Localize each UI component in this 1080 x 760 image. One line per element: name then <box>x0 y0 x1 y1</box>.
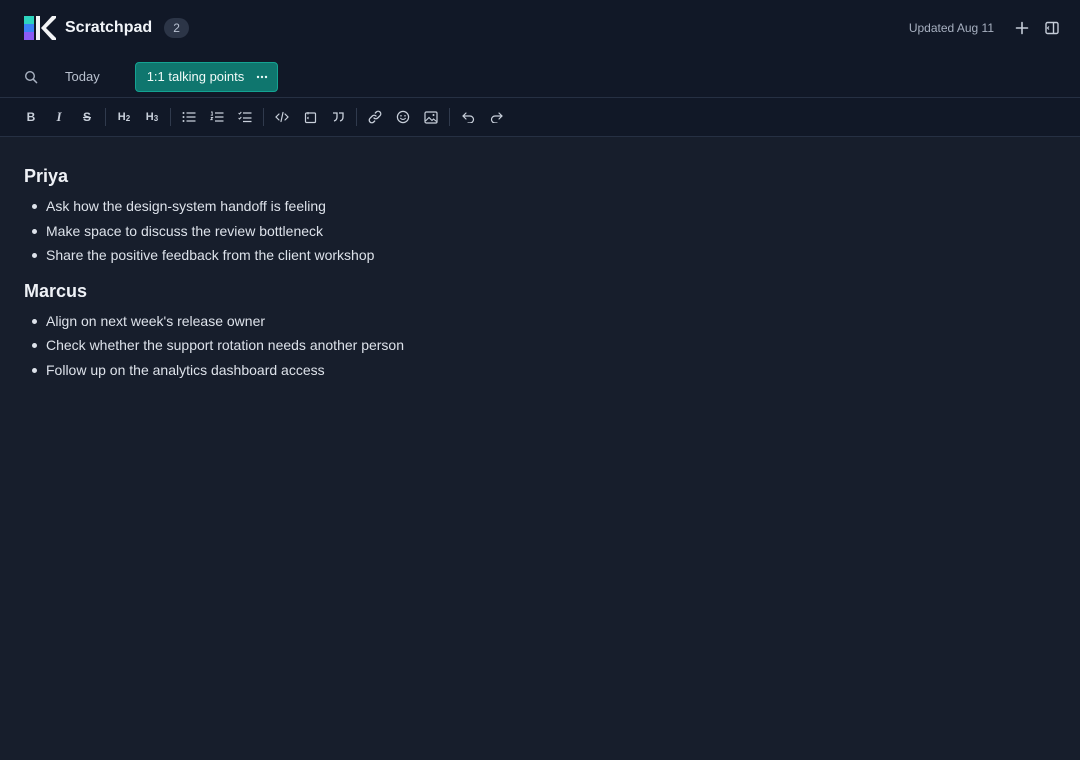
code-block-icon <box>304 111 316 123</box>
toolbar-divider <box>170 108 171 126</box>
more-horizontal-icon <box>257 75 268 78</box>
list-item: Check whether the support rotation needs… <box>24 333 1056 358</box>
heading-2-level: 2 <box>125 114 131 123</box>
quote-icon <box>333 112 344 122</box>
sidebar-panel-icon <box>1045 21 1059 35</box>
italic-button[interactable]: I <box>45 104 73 130</box>
strikethrough-button[interactable]: S <box>73 104 101 130</box>
heading-2-icon: H2 <box>118 111 130 123</box>
tab-more-options-button[interactable] <box>255 70 269 84</box>
heading-3-level: 3 <box>153 114 159 123</box>
header-actions: Updated Aug 11 <box>909 16 1064 40</box>
section-heading: Marcus <box>24 280 88 301</box>
tab-1-1-talking-points[interactable]: 1:1 talking points <box>134 61 279 92</box>
heading-3-icon: H3 <box>146 111 158 123</box>
search-icon <box>24 70 38 83</box>
formatting-toolbar: B I S H2 H3 <box>0 98 1080 137</box>
note-count-badge: 2 <box>164 18 190 38</box>
app-header: Scratchpad 2 Updated Aug 11 <box>0 0 1080 56</box>
checklist-button[interactable] <box>231 104 259 130</box>
quote-button[interactable] <box>324 104 352 130</box>
toggle-sidebar-button[interactable] <box>1040 16 1064 40</box>
list-item: Follow up on the analytics dashboard acc… <box>24 358 1056 383</box>
list-item: Make space to discuss the review bottlen… <box>24 219 1056 244</box>
code-block-button[interactable] <box>296 104 324 130</box>
plus-icon <box>1015 21 1029 35</box>
undo-icon <box>461 111 474 123</box>
bold-icon: B <box>26 110 36 124</box>
numbered-list-button[interactable] <box>203 104 231 130</box>
note-editor[interactable]: Priya Ask how the design-system handoff … <box>0 137 1080 382</box>
heading-3-button[interactable]: H3 <box>138 104 166 130</box>
strikethrough-icon: S <box>82 110 91 124</box>
app-title: Scratchpad <box>65 19 153 36</box>
updated-timestamp: Updated Aug 11 <box>908 21 994 35</box>
bullet-list-button[interactable] <box>175 104 203 130</box>
heading-3-letter: H <box>145 111 154 123</box>
numbered-list-icon <box>210 111 224 122</box>
new-note-button[interactable] <box>1010 16 1034 40</box>
heading-2-button[interactable]: H2 <box>110 104 138 130</box>
app-window: Scratchpad 2 Updated Aug 11 Today 1:1 ta… <box>0 0 1080 760</box>
toolbar-divider <box>263 108 264 126</box>
redo-button[interactable] <box>482 104 510 130</box>
bullet-list: Ask how the design-system handoff is fee… <box>24 194 1056 268</box>
link-button[interactable] <box>361 104 389 130</box>
image-icon <box>424 110 438 124</box>
inline-code-button[interactable] <box>268 104 296 130</box>
bullet-list: Align on next week's release owner Check… <box>24 309 1056 383</box>
emoji-button[interactable] <box>389 104 417 130</box>
emoji-icon <box>396 110 410 124</box>
list-item: Ask how the design-system handoff is fee… <box>24 194 1056 219</box>
redo-icon <box>490 111 503 123</box>
list-item: Align on next week's release owner <box>24 309 1056 334</box>
search-button[interactable] <box>20 66 42 88</box>
bold-button[interactable]: B <box>17 104 45 130</box>
image-button[interactable] <box>417 104 445 130</box>
italic-icon: I <box>56 109 62 124</box>
list-item: Share the positive feedback from the cli… <box>24 243 1056 268</box>
k-logo-icon <box>24 16 56 40</box>
note-tabs: Today 1:1 talking points <box>0 56 1080 98</box>
tab-today[interactable]: Today <box>65 63 100 90</box>
section-heading: Priya <box>24 166 69 186</box>
bullet-list-icon <box>182 112 196 122</box>
heading-2-letter: H <box>117 111 126 123</box>
toolbar-divider <box>105 108 106 126</box>
link-icon <box>368 110 382 124</box>
tab-label: 1:1 talking points <box>146 69 245 84</box>
undo-button[interactable] <box>454 104 482 130</box>
toolbar-divider <box>356 108 357 126</box>
code-icon <box>275 111 289 123</box>
checklist-icon <box>238 111 252 123</box>
toolbar-divider <box>449 108 450 126</box>
